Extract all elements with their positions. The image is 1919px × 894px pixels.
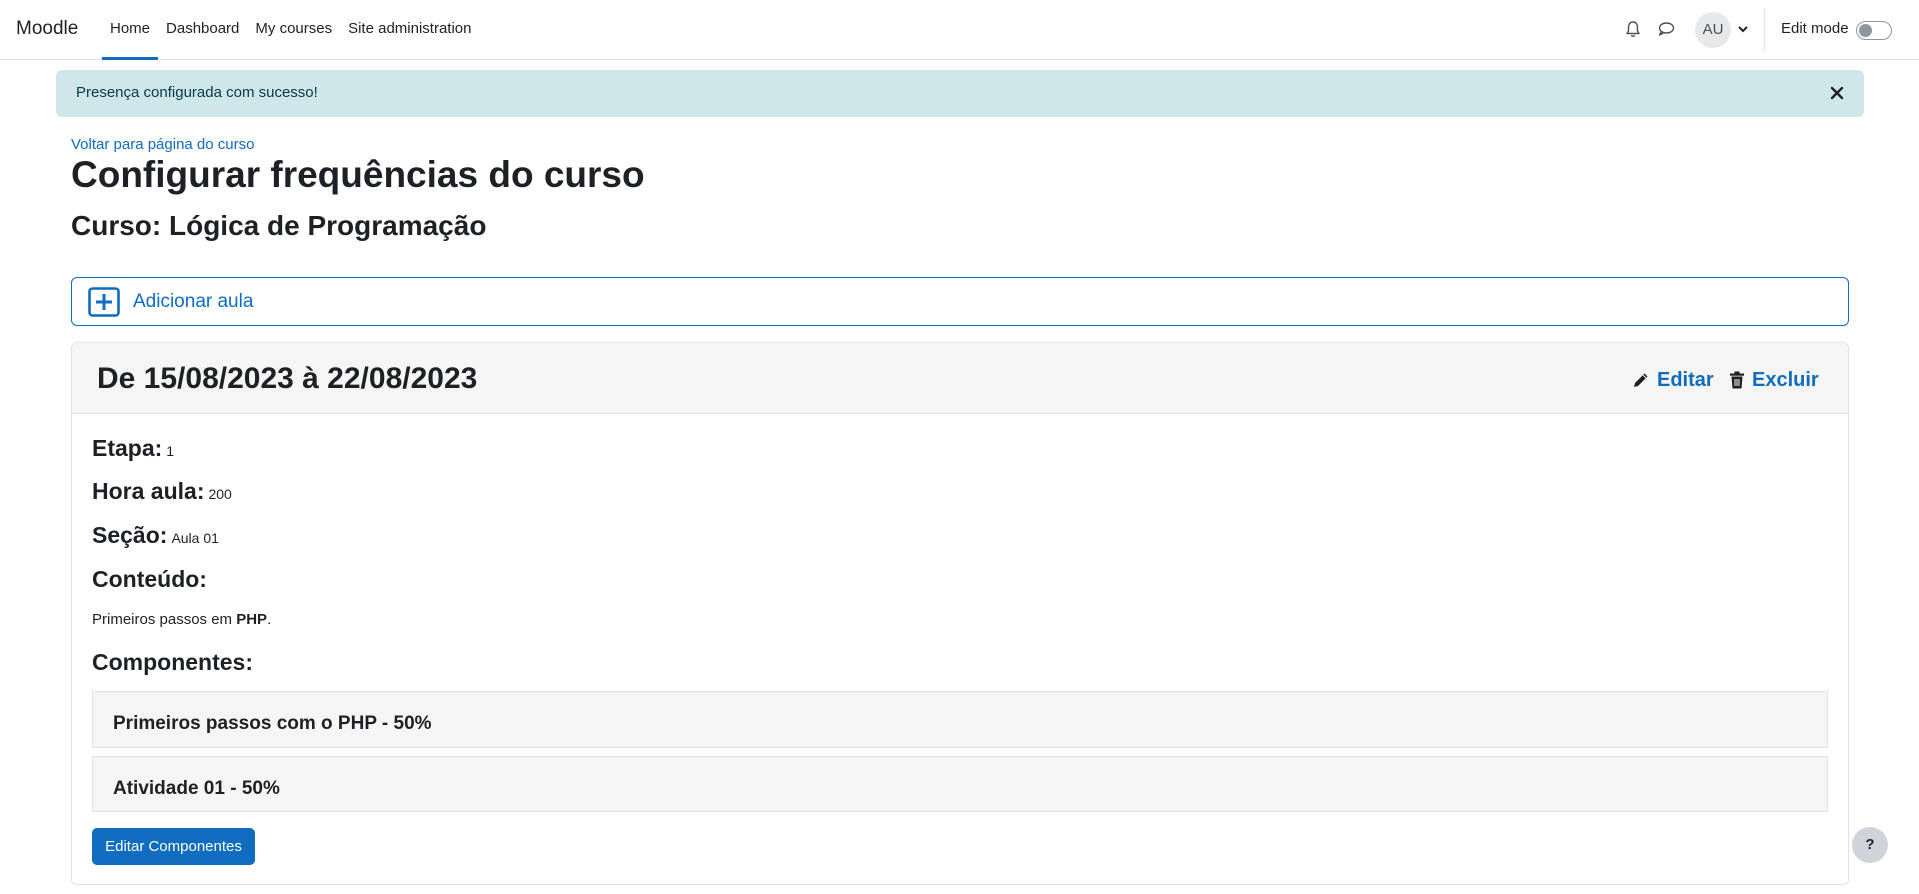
- edit-lesson-label: Editar: [1657, 368, 1714, 391]
- field-label: Etapa:: [92, 435, 163, 461]
- component-item: Atividade 01 - 50%: [92, 756, 1828, 812]
- field-hora-aula: Hora aula: 200: [92, 478, 232, 505]
- nav-home[interactable]: Home: [102, 0, 159, 60]
- lesson-card: De 15/08/2023 à 22/08/2023 Editar Exclui…: [71, 342, 1849, 885]
- edit-mode-toggle[interactable]: [1856, 21, 1892, 40]
- lesson-card-header: De 15/08/2023 à 22/08/2023 Editar Exclui…: [72, 343, 1848, 414]
- content-bold: PHP: [236, 611, 268, 628]
- back-to-course-link[interactable]: Voltar para página do curso: [71, 136, 254, 153]
- content-suffix: .: [267, 611, 272, 628]
- plus-square-icon: [88, 287, 120, 317]
- help-button[interactable]: ?: [1852, 827, 1888, 863]
- messages-icon[interactable]: [1656, 19, 1676, 39]
- trash-icon: [1730, 371, 1744, 389]
- notification-bell-icon[interactable]: [1623, 19, 1643, 39]
- primary-navigation: Home Dashboard My courses Site administr…: [102, 0, 480, 60]
- field-value: Aula 01: [171, 530, 219, 546]
- lesson-date-range: De 15/08/2023 à 22/08/2023: [97, 362, 478, 395]
- page-title: Configurar frequências do curso: [71, 154, 645, 195]
- component-item: Primeiros passos com o PHP - 50%: [92, 691, 1828, 748]
- add-lesson-button[interactable]: Adicionar aula: [71, 277, 1849, 326]
- field-conteudo: Conteúdo:: [92, 566, 207, 593]
- alert-message: Presença configurada com sucesso!: [76, 84, 318, 101]
- field-secao: Seção: Aula 01: [92, 522, 219, 549]
- field-value: 1: [166, 443, 175, 459]
- field-label: Seção:: [92, 522, 168, 548]
- pencil-icon: [1634, 373, 1648, 387]
- nav-dashboard[interactable]: Dashboard: [158, 0, 247, 60]
- site-brand[interactable]: Moodle: [16, 18, 78, 40]
- close-icon[interactable]: [1828, 84, 1846, 102]
- edit-mode-label: Edit mode: [1781, 20, 1849, 37]
- content-text: Primeiros passos em PHP.: [92, 611, 271, 628]
- component-label: Atividade 01 - 50%: [113, 778, 280, 799]
- delete-lesson-label: Excluir: [1752, 368, 1819, 391]
- nav-my-courses[interactable]: My courses: [247, 0, 340, 60]
- field-label: Conteúdo:: [92, 566, 207, 592]
- content-prefix: Primeiros passos em: [92, 611, 237, 628]
- navbar-divider: [1764, 8, 1765, 52]
- success-alert: Presença configurada com sucesso!: [56, 70, 1864, 117]
- delete-lesson-button[interactable]: Excluir: [1729, 368, 1819, 392]
- field-value: 200: [208, 486, 232, 502]
- course-title: Curso: Lógica de Programação: [71, 210, 487, 241]
- field-etapa: Etapa: 1: [92, 435, 174, 462]
- nav-site-administration[interactable]: Site administration: [340, 0, 479, 60]
- add-lesson-label: Adicionar aula: [133, 291, 254, 312]
- components-heading: Componentes:: [92, 649, 253, 675]
- user-avatar[interactable]: AU: [1695, 12, 1731, 48]
- toggle-knob: [1859, 24, 1872, 37]
- field-label: Hora aula:: [92, 478, 205, 504]
- chevron-down-icon[interactable]: [1737, 22, 1749, 36]
- top-navbar: Moodle Home Dashboard My courses Site ad…: [0, 0, 1919, 60]
- edit-lesson-button[interactable]: Editar: [1632, 368, 1714, 392]
- edit-components-button[interactable]: Editar Componentes: [92, 828, 255, 865]
- component-label: Primeiros passos com o PHP - 50%: [113, 713, 432, 734]
